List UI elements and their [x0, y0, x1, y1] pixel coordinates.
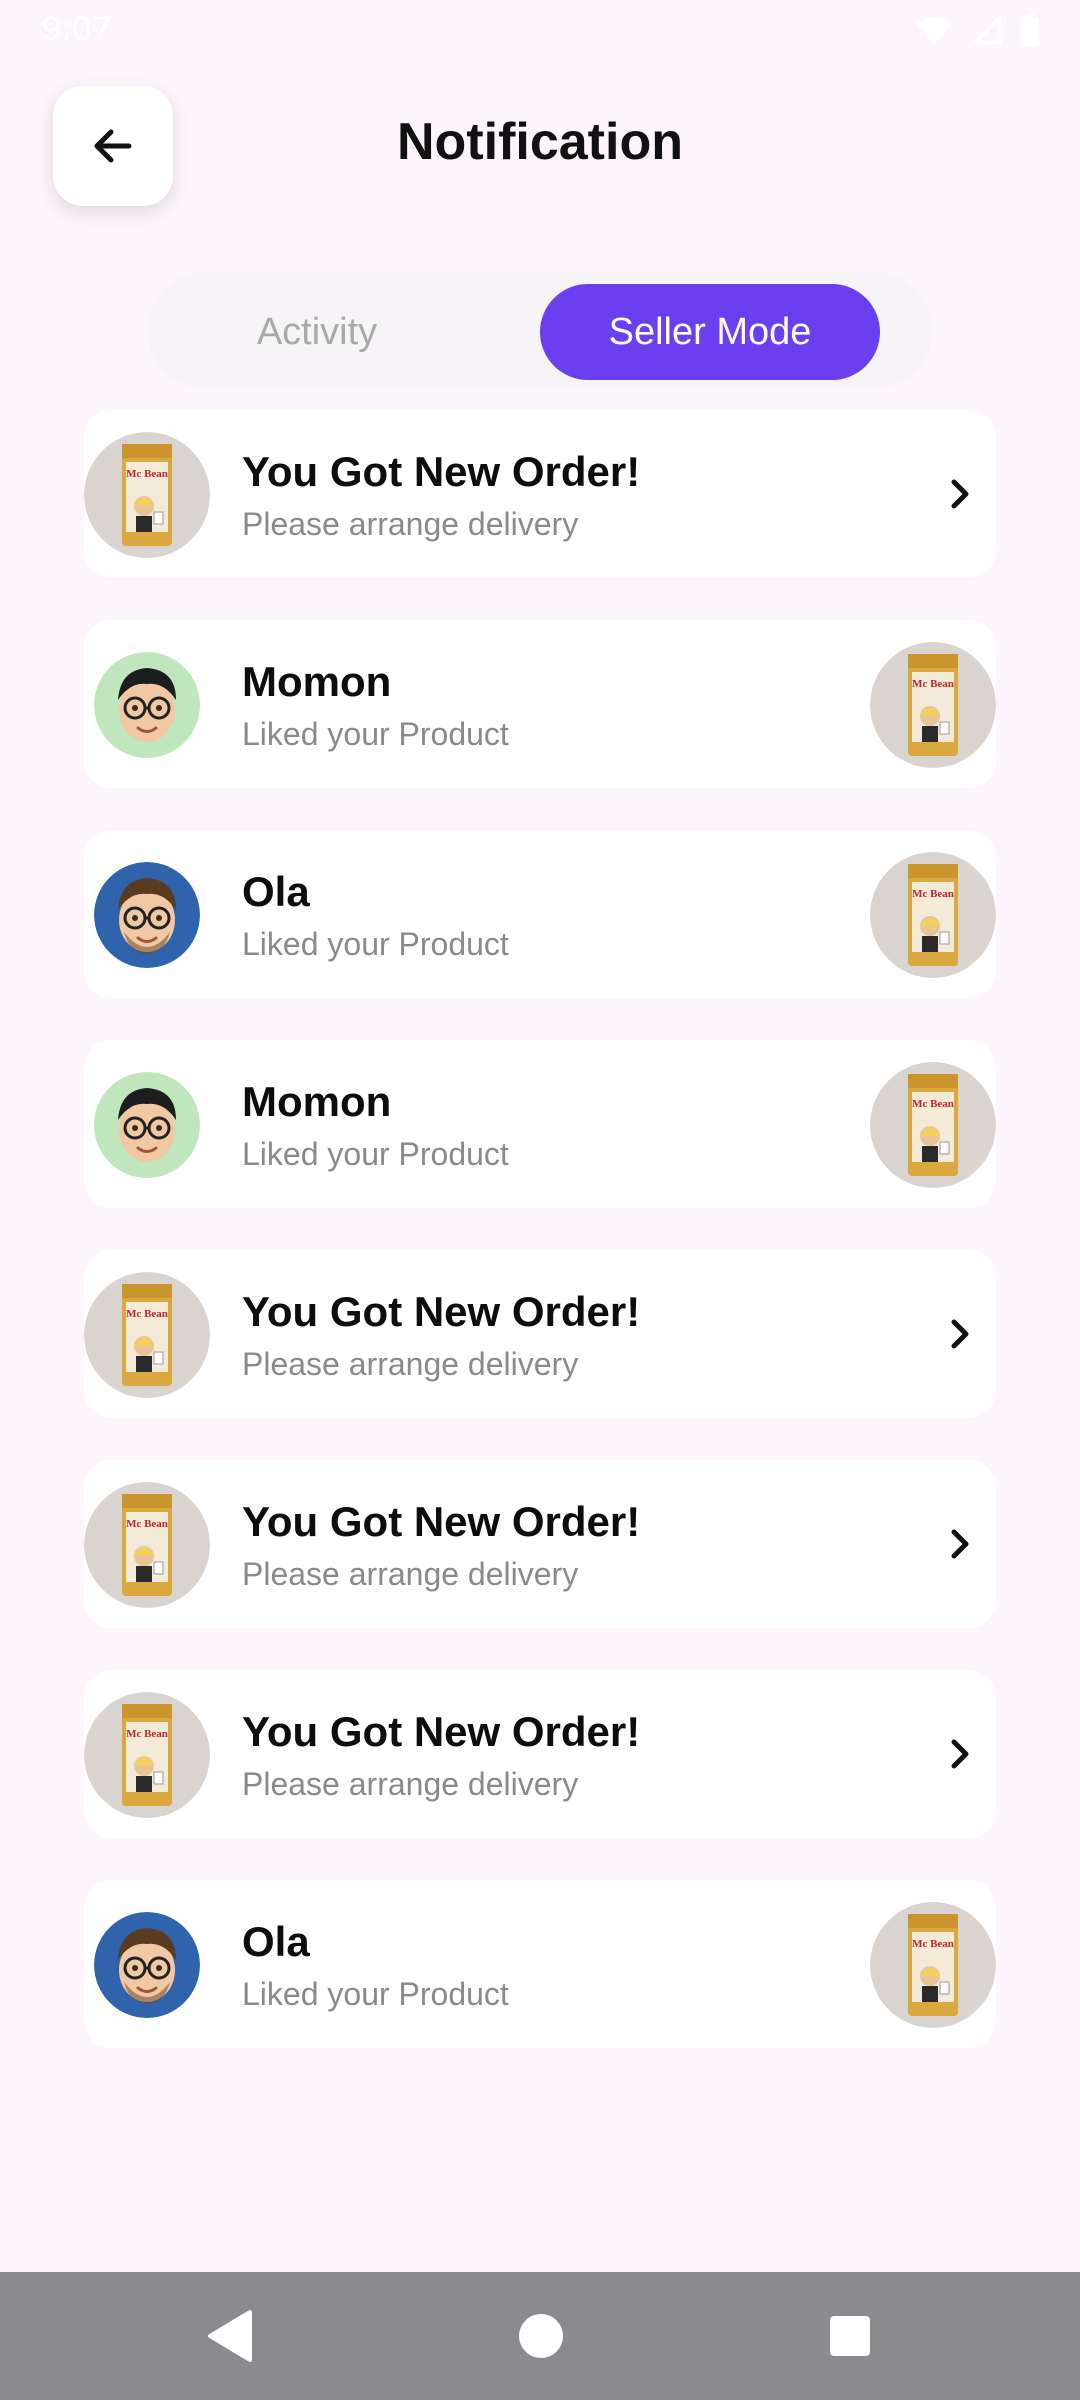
like-notification-card[interactable]: Ola Liked your Product Mc Bean [84, 1880, 996, 2048]
status-icons [914, 14, 1040, 46]
notification-title: You Got New Order! [242, 1498, 641, 1545]
nav-recents-icon[interactable] [830, 2308, 870, 2364]
notification-title: You Got New Order! [242, 448, 641, 495]
page-title: Notification [397, 113, 683, 171]
avatar [94, 1912, 200, 2018]
notification-title: Ola [242, 868, 310, 915]
notification-title: Momon [242, 658, 392, 705]
notification-subtitle: Please arrange delivery [242, 1766, 579, 1802]
like-notification-card[interactable]: Ola Liked your Product Mc Bean [84, 830, 996, 998]
mode-tabs: Activity Seller Mode [147, 272, 933, 388]
notification-subtitle: Liked your Product [242, 926, 509, 962]
liked-product-thumbnail: Mc Bean [870, 1062, 996, 1188]
product-logo-text: Mc Bean [912, 1938, 954, 1950]
notification-title: Momon [242, 1078, 392, 1125]
notification-subtitle: Liked your Product [242, 716, 509, 752]
tab-seller-mode[interactable]: Seller Mode [540, 284, 880, 380]
chevron-right-icon[interactable] [942, 1736, 978, 1772]
notification-subtitle: Liked your Product [242, 1136, 509, 1172]
order-notification-card[interactable]: Mc Bean You Got New Order! Please arrange … [84, 1670, 996, 1838]
nav-back-icon[interactable] [204, 2308, 254, 2364]
status-bar: 9:07 [0, 0, 1080, 60]
system-nav-bar [0, 2272, 1080, 2400]
chevron-right-icon[interactable] [942, 1316, 978, 1352]
order-notification-card[interactable]: Mc Bean You Got New Order! Please arrange … [84, 1250, 996, 1418]
like-notification-card[interactable]: Momon Liked your Product Mc Bean [84, 620, 996, 788]
notification-subtitle: Please arrange delivery [242, 506, 579, 542]
product-logo-text: Mc Bean [912, 1098, 954, 1110]
like-notification-card[interactable]: Momon Liked your Product Mc Bean [84, 1040, 996, 1208]
notification-subtitle: Please arrange delivery [242, 1556, 579, 1592]
product-logo-text: Mc Bean [912, 888, 954, 900]
signal-icon [972, 15, 1002, 45]
product-logo-text: Mc Bean [126, 1728, 168, 1740]
product-logo-text: Mc Bean [126, 1518, 168, 1530]
chevron-right-icon[interactable] [942, 476, 978, 512]
product-logo-text: Mc Bean [126, 468, 168, 480]
liked-product-thumbnail: Mc Bean [870, 642, 996, 768]
notification-subtitle: Liked your Product [242, 1976, 509, 2012]
product-thumbnail: Mc Bean [84, 432, 210, 558]
product-thumbnail: Mc Bean [84, 1272, 210, 1398]
chevron-right-icon[interactable] [942, 1526, 978, 1562]
notification-title: You Got New Order! [242, 1288, 641, 1335]
notification-title: You Got New Order! [242, 1708, 641, 1755]
avatar [94, 652, 200, 758]
avatar [94, 862, 200, 968]
liked-product-thumbnail: Mc Bean [870, 852, 996, 978]
notification-subtitle: Please arrange delivery [242, 1346, 579, 1382]
avatar [94, 1072, 200, 1178]
notification-title: Ola [242, 1918, 310, 1965]
product-thumbnail: Mc Bean [84, 1482, 210, 1608]
liked-product-thumbnail: Mc Bean [870, 1902, 996, 2028]
status-time: 9:07 [42, 10, 113, 48]
battery-icon [1021, 14, 1039, 46]
order-notification-card[interactable]: Mc Bean You Got New Order! Please arrange … [84, 410, 996, 578]
nav-home-icon[interactable] [518, 2308, 564, 2364]
tab-activity[interactable]: Activity [167, 284, 467, 380]
product-logo-text: Mc Bean [126, 1308, 168, 1320]
product-thumbnail: Mc Bean [84, 1692, 210, 1818]
order-notification-card[interactable]: Mc Bean You Got New Order! Please arrange … [84, 1460, 996, 1628]
product-logo-text: Mc Bean [912, 678, 954, 690]
wifi-icon [916, 17, 952, 44]
